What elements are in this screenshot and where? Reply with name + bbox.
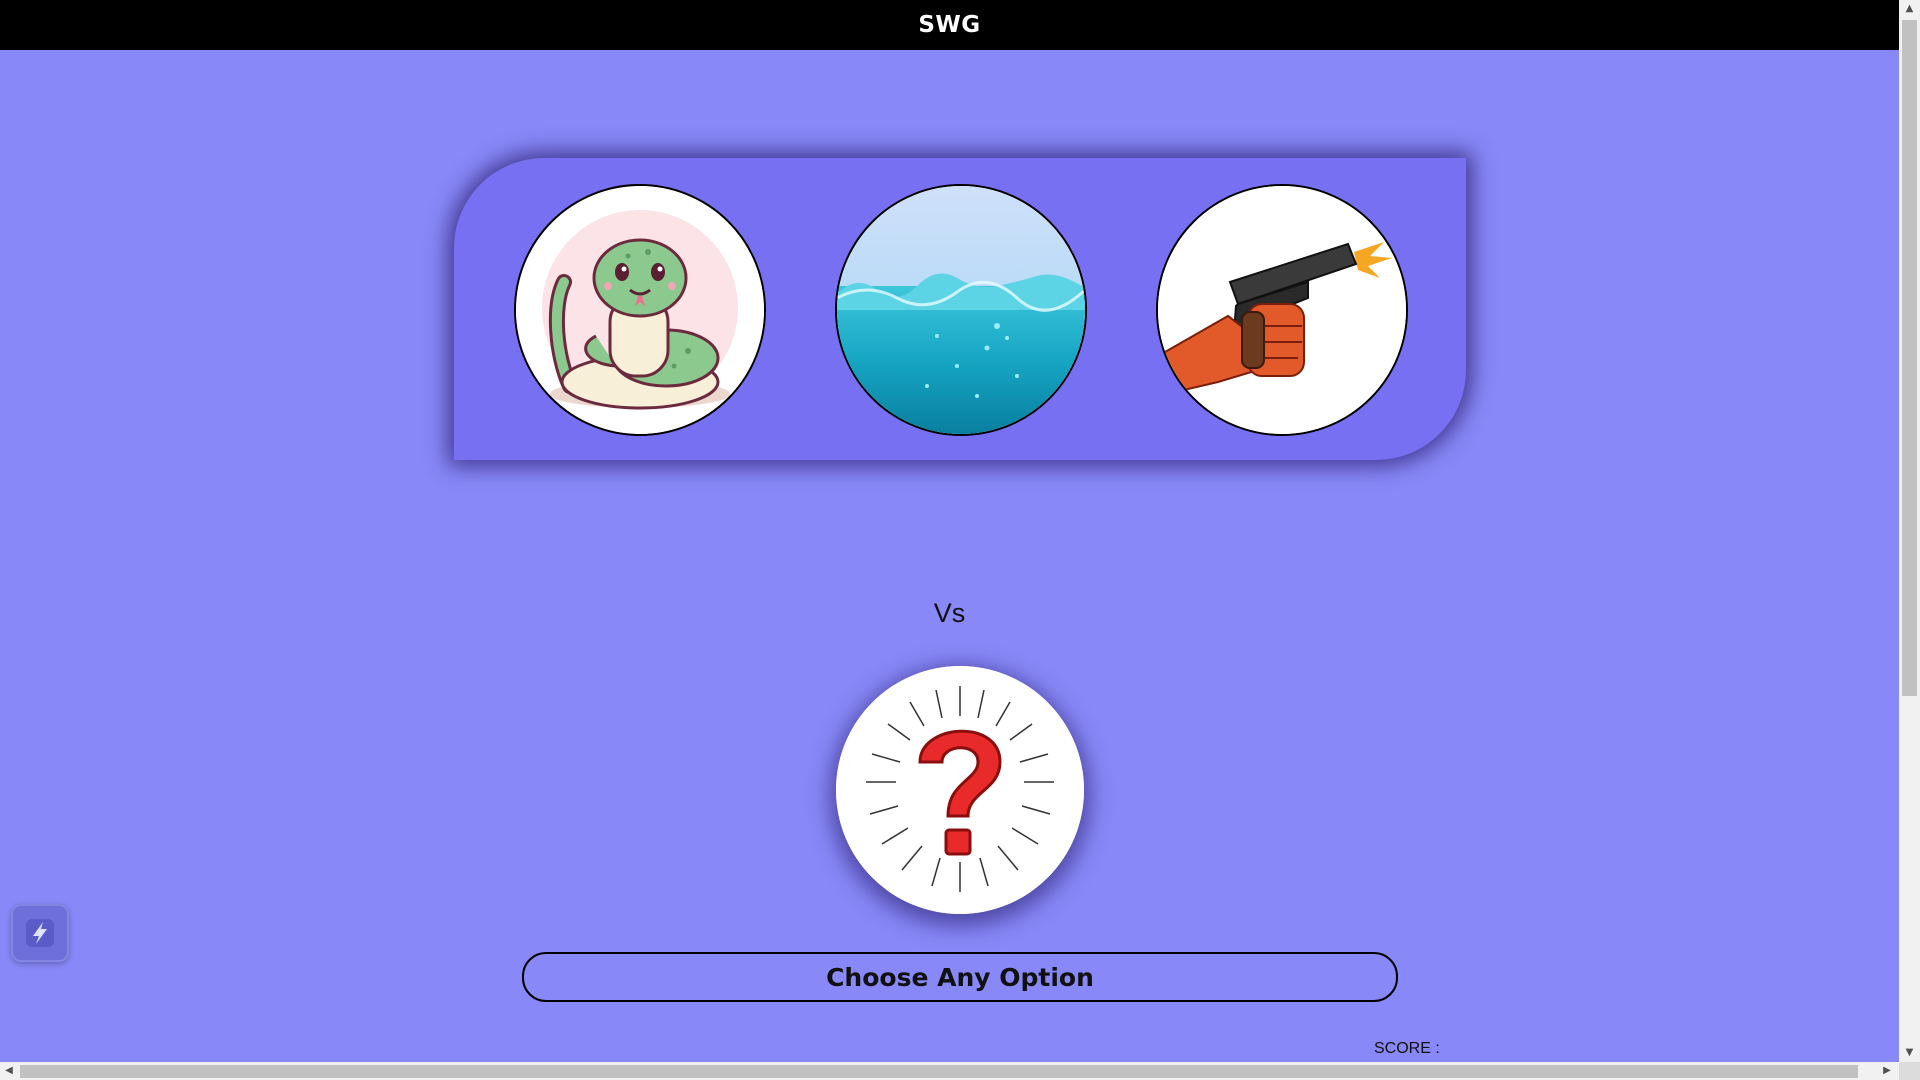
- extension-widget-button[interactable]: [11, 904, 69, 962]
- horizontal-scroll-thumb[interactable]: [20, 1065, 1858, 1078]
- option-snake[interactable]: [514, 184, 766, 436]
- water-icon: [837, 186, 1085, 434]
- score-display: SCORE :: [1374, 1040, 1448, 1058]
- scroll-down-icon[interactable]: ▼: [1899, 1044, 1920, 1062]
- scroll-up-icon[interactable]: ▲: [1899, 0, 1920, 18]
- score-label: SCORE :: [1374, 1040, 1440, 1057]
- horizontal-scrollbar[interactable]: ◀ ▶: [0, 1062, 1899, 1080]
- scrollbar-corner: [1899, 1062, 1920, 1080]
- app-title: SWG: [918, 12, 981, 38]
- vertical-scrollbar[interactable]: ▲ ▼: [1899, 0, 1920, 1062]
- lightning-icon: [26, 919, 54, 947]
- computer-choice: [836, 666, 1084, 914]
- versus-label: Vs: [933, 598, 966, 628]
- option-water[interactable]: [835, 184, 1087, 436]
- gun-icon: [1158, 186, 1406, 434]
- vertical-scroll-thumb[interactable]: [1902, 20, 1917, 696]
- snake-icon: [516, 186, 764, 434]
- scroll-right-icon[interactable]: ▶: [1878, 1062, 1896, 1080]
- app-header: SWG: [0, 0, 1899, 50]
- options-panel: [454, 158, 1466, 460]
- question-mark-icon: [836, 666, 1084, 914]
- result-button[interactable]: Choose Any Option: [522, 952, 1398, 1002]
- scroll-left-icon[interactable]: ◀: [0, 1062, 18, 1080]
- option-gun[interactable]: [1156, 184, 1408, 436]
